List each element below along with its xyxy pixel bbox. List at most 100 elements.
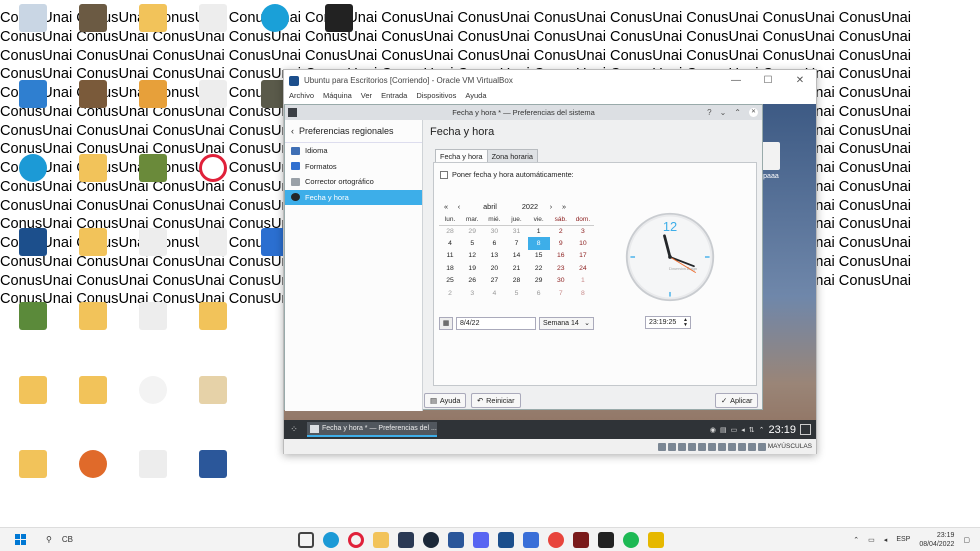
- calendar-day[interactable]: 10: [572, 237, 594, 249]
- help-button[interactable]: ▤ Ayuda: [424, 393, 467, 408]
- audio-icon[interactable]: [677, 442, 686, 451]
- cpu-icon[interactable]: [737, 442, 746, 451]
- app-shortcut-icon[interactable]: [122, 154, 184, 226]
- calendar-day[interactable]: 24: [572, 262, 594, 274]
- shared-folder-icon[interactable]: [707, 442, 716, 451]
- file-explorer-icon[interactable]: [373, 531, 389, 548]
- network-icon[interactable]: ▭: [868, 536, 875, 544]
- menu-ver[interactable]: Ver: [361, 91, 372, 105]
- show-desktop-icon[interactable]: [800, 424, 811, 435]
- guest-task-button[interactable]: Fecha y hora * — Preferencias del ...: [307, 422, 437, 437]
- recycle-bin-icon[interactable]: [2, 4, 64, 76]
- calendar-day[interactable]: 11: [439, 250, 461, 262]
- folder-icon[interactable]: [62, 228, 124, 300]
- calendar-day[interactable]: 5: [461, 237, 483, 249]
- calendar-day[interactable]: 3: [572, 225, 594, 237]
- prev-month-icon[interactable]: ‹: [453, 202, 465, 211]
- calendar-day[interactable]: 31: [505, 225, 527, 237]
- calendar-day[interactable]: 16: [550, 250, 572, 262]
- calendar-day[interactable]: 8: [572, 287, 594, 299]
- sidebar-back-header[interactable]: ‹ Preferencias regionales: [285, 120, 422, 143]
- apply-button[interactable]: ✓ Aplicar: [715, 393, 759, 408]
- language-indicator[interactable]: ESP: [896, 536, 910, 543]
- word-document-icon[interactable]: [182, 450, 244, 522]
- help-icon[interactable]: ?: [707, 108, 711, 117]
- calendar-day[interactable]: 2: [439, 287, 461, 299]
- next-year-icon[interactable]: »: [557, 202, 571, 211]
- app-shortcut-icon[interactable]: [2, 80, 64, 152]
- discord-icon[interactable]: [473, 531, 489, 548]
- taskbar-clock[interactable]: 23:19 08/04/2022: [919, 531, 954, 549]
- app-icon[interactable]: [573, 531, 589, 548]
- keyboard-icon[interactable]: [757, 442, 766, 451]
- menu-ayuda[interactable]: Ayuda: [465, 91, 486, 105]
- calendar-month[interactable]: abril: [465, 202, 515, 211]
- start-button[interactable]: [0, 534, 40, 545]
- calendar-day[interactable]: 21: [505, 262, 527, 274]
- edge-icon[interactable]: [323, 531, 339, 548]
- app-shortcut-icon[interactable]: [62, 80, 124, 152]
- calendar-day[interactable]: 7: [505, 237, 527, 249]
- file-icon[interactable]: [122, 302, 184, 374]
- calendar-day[interactable]: 30: [550, 275, 572, 287]
- calendar-day[interactable]: 29: [528, 275, 550, 287]
- calendar-day[interactable]: 30: [483, 225, 505, 237]
- task-view-icon[interactable]: [298, 531, 314, 548]
- volume-icon[interactable]: ◂: [741, 426, 745, 434]
- spotify-icon[interactable]: [623, 531, 639, 548]
- folder-icon[interactable]: [2, 450, 64, 522]
- file-icon[interactable]: [182, 4, 244, 76]
- calendar-day[interactable]: 28: [439, 225, 461, 237]
- battery-icon[interactable]: ▭: [731, 426, 738, 434]
- sidebar-item-idioma[interactable]: Idioma: [285, 143, 422, 159]
- calendar-day[interactable]: 3: [461, 287, 483, 299]
- sidebar-item-corrector[interactable]: Corrector ortográfico: [285, 174, 422, 190]
- next-month-icon[interactable]: ›: [545, 202, 557, 211]
- disk-icon[interactable]: [657, 442, 666, 451]
- folder-icon[interactable]: [122, 4, 184, 76]
- calendar-day[interactable]: 19: [461, 262, 483, 274]
- reset-button[interactable]: ↶ Reiniciar: [471, 393, 521, 408]
- calendar-day[interactable]: 12: [461, 250, 483, 262]
- app-icon[interactable]: [648, 531, 664, 548]
- calendar-day[interactable]: 23: [550, 262, 572, 274]
- spin-arrows-icon[interactable]: ▲ ▼: [683, 317, 690, 328]
- guest-clock[interactable]: 23:19: [768, 424, 796, 436]
- optical-icon[interactable]: [667, 442, 676, 451]
- game-shortcut-icon[interactable]: [308, 4, 370, 76]
- steam-icon[interactable]: [423, 531, 439, 548]
- file-icon[interactable]: [182, 80, 244, 152]
- calendar-day[interactable]: 26: [461, 275, 483, 287]
- epic-games-icon[interactable]: [598, 531, 614, 548]
- calendar-day[interactable]: 8: [527, 237, 550, 250]
- recording-icon[interactable]: [727, 442, 736, 451]
- taskbar-search[interactable]: ⚲ CB: [40, 535, 230, 544]
- calendar-year[interactable]: 2022: [515, 202, 545, 211]
- prev-year-icon[interactable]: «: [439, 202, 453, 211]
- minecraft-icon[interactable]: [2, 302, 64, 374]
- calendar-day[interactable]: 4: [439, 237, 461, 249]
- file-icon[interactable]: [122, 376, 184, 448]
- maximize-icon[interactable]: ☐: [752, 75, 784, 86]
- game-shortcut-icon[interactable]: [182, 376, 244, 448]
- calendar-day[interactable]: 20: [483, 262, 505, 274]
- desktop-shortcut-icon[interactable]: [62, 4, 124, 76]
- edge-icon[interactable]: [2, 154, 64, 226]
- usb-icon[interactable]: [697, 442, 706, 451]
- volume-icon[interactable]: ◂: [884, 536, 888, 544]
- calendar-icon[interactable]: ▦: [439, 317, 453, 330]
- clipboard-icon[interactable]: ▤: [720, 426, 727, 434]
- maximize-icon[interactable]: ⌃: [734, 108, 741, 117]
- sidebar-item-fecha-hora[interactable]: Fecha y hora: [285, 189, 422, 205]
- calendar-day[interactable]: 27: [483, 275, 505, 287]
- calendar-day[interactable]: 17: [572, 250, 594, 262]
- opera-icon[interactable]: [182, 154, 244, 226]
- word-icon[interactable]: [448, 531, 464, 548]
- chrome-icon[interactable]: [548, 531, 564, 548]
- auto-time-option[interactable]: Poner fecha y hora automáticamente:: [440, 170, 574, 179]
- app-shortcut-icon[interactable]: [62, 450, 124, 522]
- calendar-day[interactable]: 29: [461, 225, 483, 237]
- sidebar-item-formatos[interactable]: Formatos: [285, 159, 422, 175]
- date-field[interactable]: 8/4/22: [456, 317, 536, 330]
- calendar-day[interactable]: 2: [550, 225, 572, 237]
